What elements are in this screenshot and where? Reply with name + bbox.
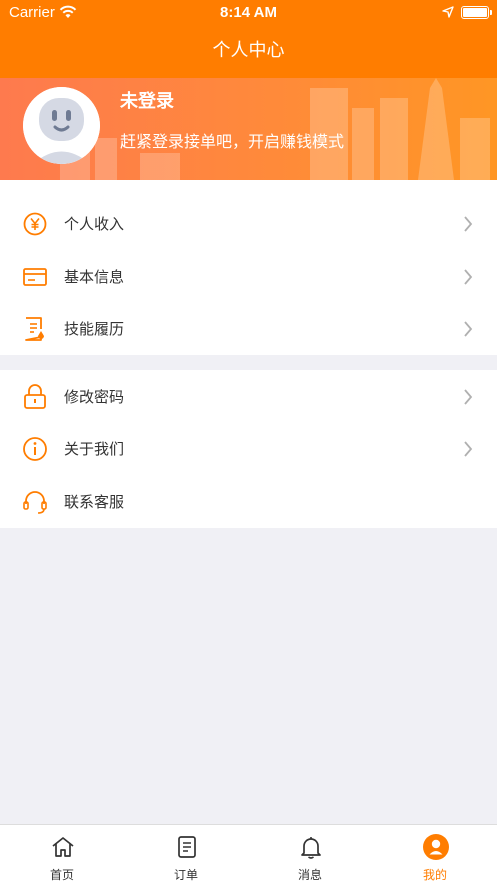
- menu-label: 技能履历: [64, 320, 125, 338]
- tab-mine[interactable]: 我的: [373, 825, 497, 883]
- chevron-right-icon: [464, 216, 473, 232]
- yen-coin-icon: [23, 212, 47, 236]
- headset-icon: [23, 491, 47, 514]
- clock: 8:14 AM: [220, 4, 277, 21]
- menu-section-settings: 修改密码 关于我们 联系客服: [0, 370, 497, 528]
- battery-icon: [461, 6, 492, 19]
- login-status[interactable]: 未登录: [120, 87, 174, 113]
- menu-item-change-password[interactable]: 修改密码: [0, 371, 497, 423]
- profile-header[interactable]: 未登录 赶紧登录接单吧，开启赚钱模式: [0, 78, 497, 180]
- tab-label: 消息: [297, 868, 322, 882]
- menu-label: 关于我们: [64, 440, 125, 458]
- tab-label: 订单: [173, 868, 198, 882]
- bell-icon: [301, 837, 321, 859]
- menu-label: 基本信息: [64, 268, 125, 286]
- tab-home[interactable]: 首页: [0, 825, 124, 883]
- user-icon: [423, 834, 449, 860]
- menu-item-basic-info[interactable]: 基本信息: [0, 251, 497, 303]
- tab-orders[interactable]: 订单: [124, 825, 248, 883]
- menu-section-account: 个人收入 基本信息 技能履历: [0, 180, 497, 355]
- tab-messages[interactable]: 消息: [248, 825, 372, 883]
- location-arrow-icon: [442, 6, 454, 18]
- menu-item-about-us[interactable]: 关于我们: [0, 423, 497, 475]
- status-bar: Carrier 8:14 AM: [0, 0, 497, 26]
- menu-label: 个人收入: [64, 215, 125, 233]
- menu-item-income[interactable]: 个人收入: [0, 198, 497, 250]
- home-icon: [52, 837, 74, 857]
- login-hint: 赶紧登录接单吧，开启赚钱模式: [120, 132, 345, 151]
- document-icon: [25, 317, 44, 341]
- avatar[interactable]: [23, 87, 100, 164]
- tab-label: 我的: [422, 868, 447, 882]
- lock-icon: [24, 384, 46, 409]
- menu-label: 联系客服: [64, 493, 125, 511]
- page-title: 个人中心: [212, 40, 285, 61]
- menu-item-skills[interactable]: 技能履历: [0, 303, 497, 355]
- menu-label: 修改密码: [64, 388, 125, 406]
- default-avatar-icon: [23, 87, 100, 164]
- card-icon: [23, 268, 47, 286]
- tab-label: 首页: [49, 868, 74, 882]
- nav-bar: 个人中心: [0, 26, 497, 78]
- order-list-icon: [178, 836, 196, 858]
- tab-bar: 首页 订单 消息 我的: [0, 824, 497, 883]
- chevron-right-icon: [464, 321, 473, 337]
- menu-item-customer-service[interactable]: 联系客服: [0, 476, 497, 528]
- info-icon: [23, 437, 47, 461]
- chevron-right-icon: [464, 269, 473, 285]
- chevron-right-icon: [464, 441, 473, 457]
- chevron-right-icon: [464, 389, 473, 405]
